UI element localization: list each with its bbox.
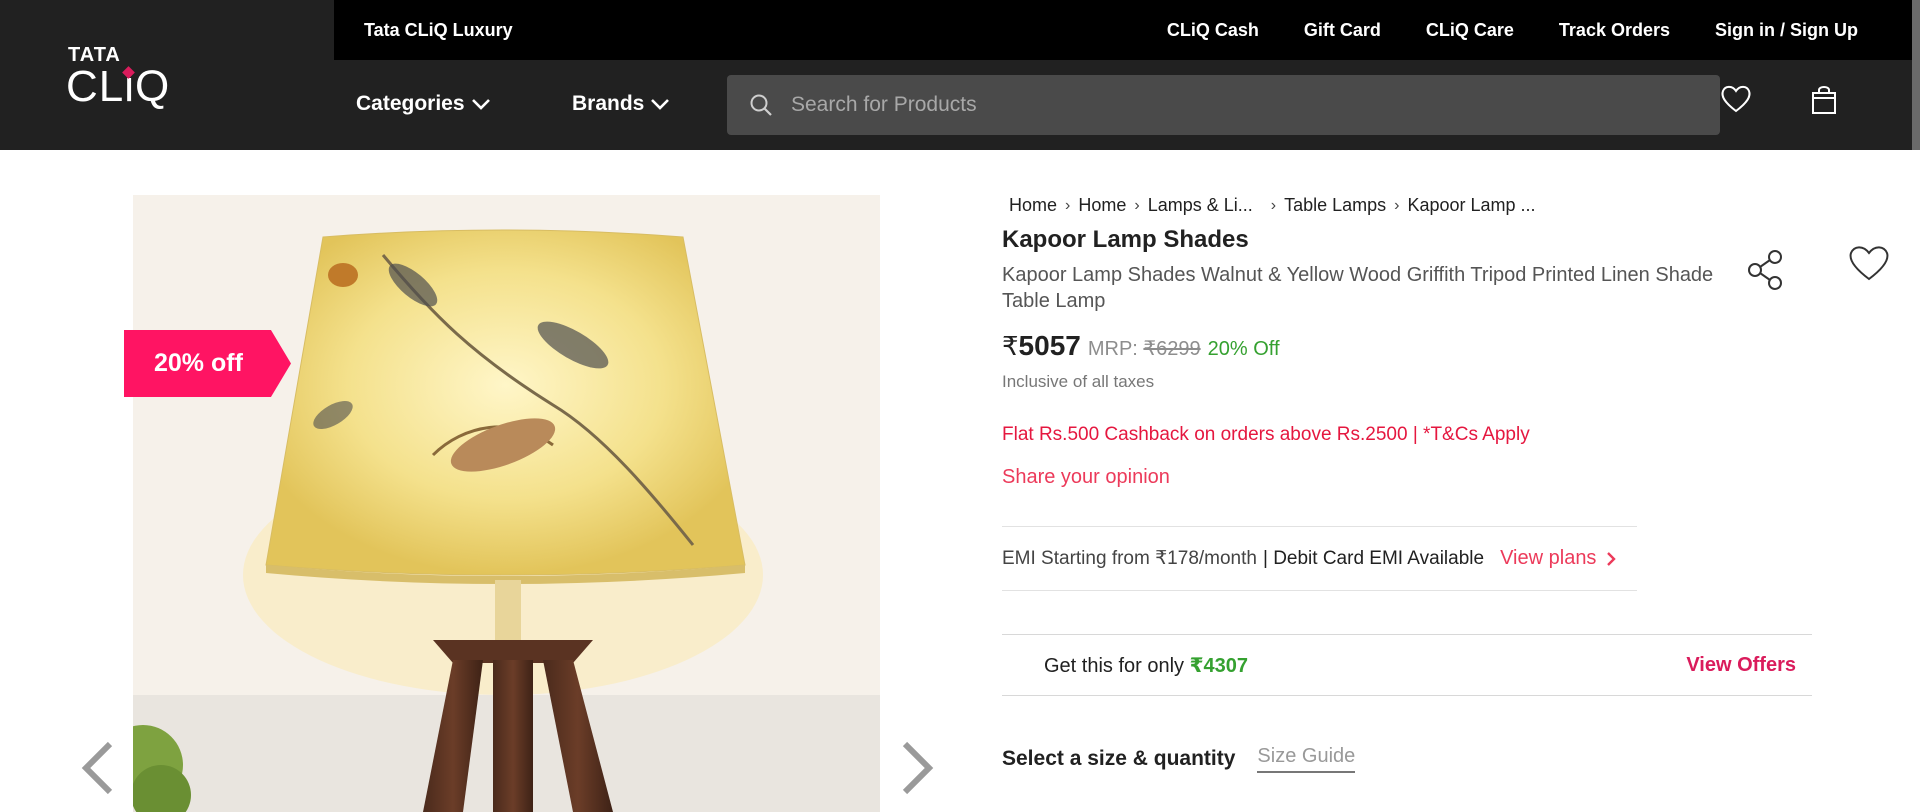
prev-image-arrow-icon[interactable] bbox=[78, 740, 118, 796]
currency-symbol: ₹ bbox=[1002, 331, 1019, 361]
breadcrumb-table-lamps[interactable]: Table Lamps bbox=[1284, 195, 1386, 216]
search-icon[interactable] bbox=[749, 93, 773, 117]
product-brand[interactable]: Kapoor Lamp Shades bbox=[1002, 226, 1249, 254]
lamp-illustration bbox=[133, 195, 880, 812]
offer-box: Get this for only ₹4307 View Offers bbox=[1002, 634, 1812, 696]
emi-debit-text: | Debit Card EMI Available bbox=[1262, 547, 1485, 569]
scrollbar[interactable] bbox=[1912, 0, 1920, 150]
sign-in-link[interactable]: Sign in / Sign Up bbox=[1715, 20, 1858, 41]
emi-section: EMI Starting from ₹178/month | Debit Car… bbox=[1002, 526, 1637, 591]
brands-label: Brands bbox=[572, 92, 645, 115]
share-opinion-link[interactable]: Share your opinion bbox=[1002, 466, 1170, 489]
breadcrumb: Home › Home › Lamps & Li... › Table Lamp… bbox=[1009, 195, 1536, 216]
view-plans-link[interactable]: View plans bbox=[1500, 547, 1617, 570]
price-row: ₹5057 MRP: ₹6299 20% Off bbox=[1002, 330, 1280, 362]
offer-text: Get this for only ₹4307 bbox=[1044, 653, 1248, 678]
cliq-care-link[interactable]: CLiQ Care bbox=[1426, 20, 1514, 41]
breadcrumb-current[interactable]: Kapoor Lamp ... bbox=[1407, 195, 1535, 216]
logo[interactable]: TATA CLiQ bbox=[0, 0, 334, 150]
top-links: CLiQ Cash Gift Card CLiQ Care Track Orde… bbox=[1167, 20, 1858, 41]
search-input[interactable] bbox=[791, 75, 1691, 135]
categories-label: Categories bbox=[356, 92, 465, 115]
luxury-link[interactable]: Tata CLiQ Luxury bbox=[364, 20, 513, 41]
breadcrumb-home[interactable]: Home bbox=[1009, 195, 1057, 216]
gift-card-link[interactable]: Gift Card bbox=[1304, 20, 1381, 41]
discount-tag: 20% off bbox=[124, 330, 291, 397]
breadcrumb-lamps[interactable]: Lamps & Li... bbox=[1148, 195, 1253, 216]
chevron-right-icon: › bbox=[1065, 196, 1071, 214]
price-value: 5057 bbox=[1018, 330, 1081, 361]
size-quantity-label: Select a size & quantity bbox=[1002, 747, 1236, 770]
wishlist-heart-icon[interactable] bbox=[1720, 84, 1752, 114]
chevron-right-icon: › bbox=[1394, 196, 1400, 214]
view-offers-button[interactable]: View Offers bbox=[1686, 654, 1796, 677]
next-image-arrow-icon[interactable] bbox=[897, 740, 937, 796]
logo-cliq-text: CLiQ bbox=[66, 62, 170, 112]
chevron-right-icon: › bbox=[1270, 196, 1277, 214]
breadcrumb-home-2[interactable]: Home bbox=[1078, 195, 1126, 216]
search-bar bbox=[727, 75, 1720, 135]
site-header: TATA CLiQ Tata CLiQ Luxury CLiQ Cash Gif… bbox=[0, 0, 1920, 150]
chevron-down-icon bbox=[471, 99, 490, 110]
discount-percent: 20% Off bbox=[1207, 338, 1280, 360]
mrp-label: MRP: bbox=[1087, 338, 1138, 360]
logo-cliq-label: CLiQ bbox=[66, 62, 171, 111]
offer-label: Get this for only bbox=[1044, 654, 1190, 677]
chevron-right-icon bbox=[1607, 551, 1617, 566]
nav-row: Categories Brands bbox=[334, 60, 1920, 150]
wishlist-heart-icon[interactable] bbox=[1848, 244, 1890, 282]
selling-price: ₹5057 bbox=[1002, 330, 1081, 362]
cashback-offer: Flat Rs.500 Cashback on orders above Rs.… bbox=[1002, 424, 1530, 445]
chevron-right-icon: › bbox=[1134, 196, 1140, 214]
chevron-down-icon bbox=[651, 99, 670, 110]
brands-dropdown[interactable]: Brands bbox=[572, 92, 670, 116]
mrp: MRP: ₹6299 bbox=[1088, 336, 1201, 361]
tax-note: Inclusive of all taxes bbox=[1002, 372, 1155, 391]
product-name: Kapoor Lamp Shades Walnut & Yellow Wood … bbox=[1002, 264, 1714, 312]
offer-amount: ₹4307 bbox=[1189, 654, 1249, 677]
view-plans-label: View plans bbox=[1500, 547, 1597, 569]
size-row: Select a size & quantity Size Guide bbox=[1002, 745, 1356, 773]
categories-dropdown[interactable]: Categories bbox=[356, 92, 491, 116]
shopping-bag-icon[interactable] bbox=[1810, 84, 1838, 116]
product-image[interactable] bbox=[133, 195, 880, 812]
share-icon[interactable] bbox=[1746, 249, 1784, 291]
top-bar: Tata CLiQ Luxury CLiQ Cash Gift Card CLi… bbox=[334, 0, 1920, 60]
mrp-value: ₹6299 bbox=[1143, 338, 1201, 360]
emi-text: EMI Starting from ₹178/month bbox=[1002, 548, 1257, 569]
track-orders-link[interactable]: Track Orders bbox=[1559, 20, 1670, 41]
cliq-cash-link[interactable]: CLiQ Cash bbox=[1167, 20, 1259, 41]
size-guide-link[interactable]: Size Guide bbox=[1257, 745, 1356, 773]
